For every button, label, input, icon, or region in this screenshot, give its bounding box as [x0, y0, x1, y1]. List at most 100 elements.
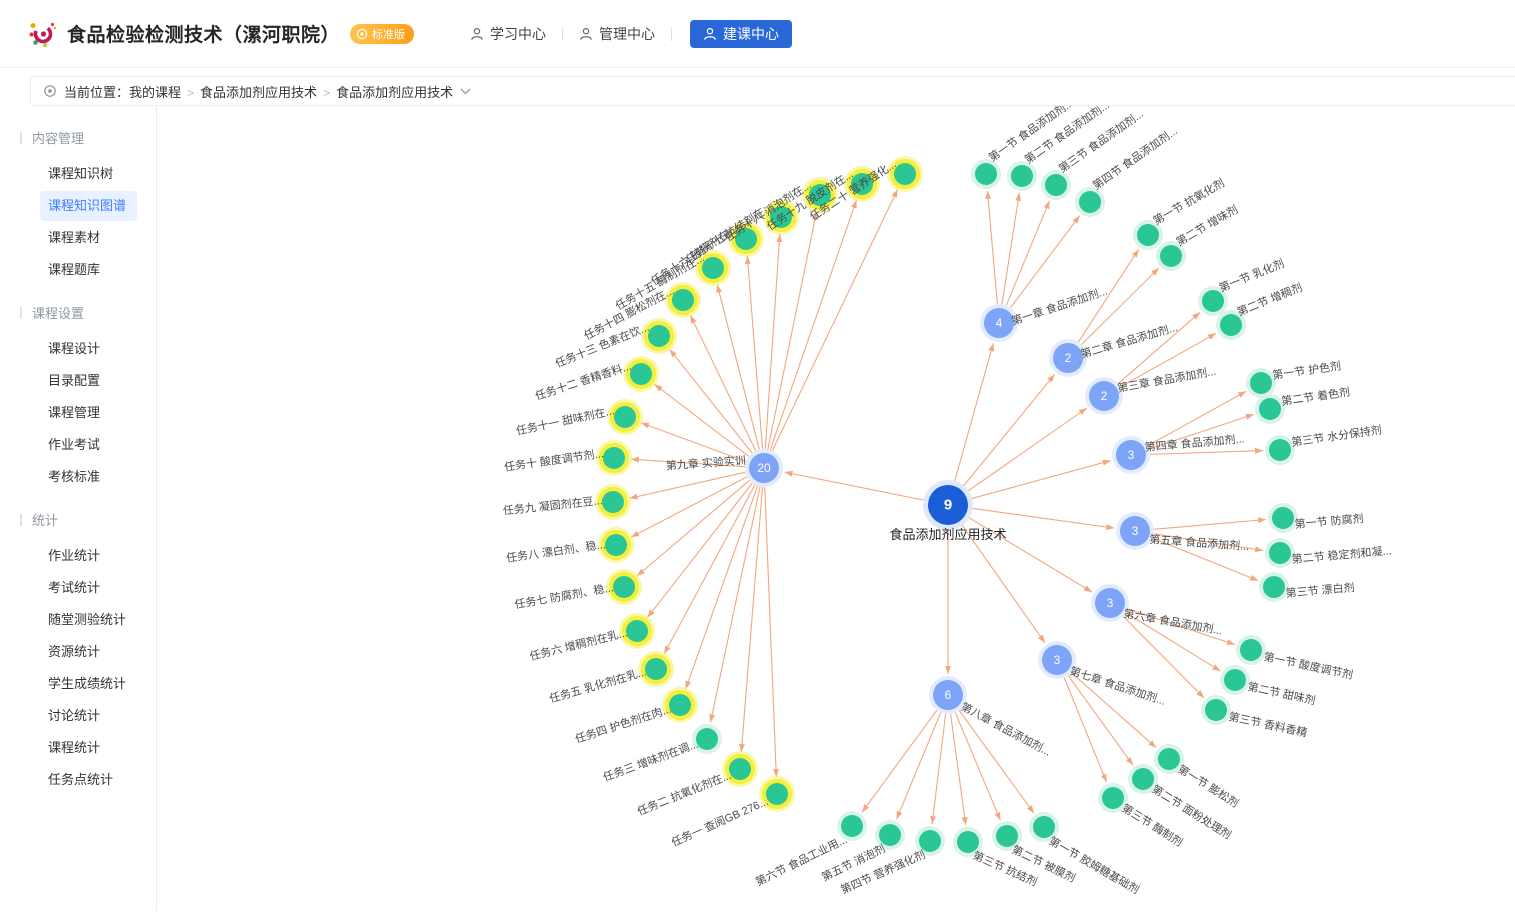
- breadcrumb-item[interactable]: 食品添加剂应用技术: [200, 85, 317, 100]
- graph-label: 第二章 食品添加剂...: [1079, 320, 1179, 361]
- sidebar-section-title: 内容管理: [0, 118, 156, 157]
- graph-node-leaf[interactable]: [1075, 187, 1105, 217]
- graph-label: 第三节 漂白剂: [1285, 580, 1355, 600]
- sidebar-item[interactable]: 作业考试: [40, 430, 137, 460]
- graph-label: 任务十一 甜味剂在...: [515, 403, 616, 438]
- graph-node-leaf[interactable]: [1236, 635, 1266, 665]
- graph-label: 任务三 增味剂在调...: [601, 737, 700, 784]
- person-icon: [470, 27, 484, 41]
- edition-badge: 标准版: [350, 24, 414, 44]
- graph-node-chapter[interactable]: 20: [745, 449, 783, 487]
- graph-node-leaf[interactable]: [971, 159, 1001, 189]
- header-nav: 学习中心 管理中心 建课中心: [454, 20, 792, 48]
- graph-label: 第六章 食品添加剂...: [1122, 606, 1223, 637]
- sidebar-item[interactable]: 考试统计: [40, 573, 137, 603]
- graph-node-leaf[interactable]: [1259, 572, 1289, 602]
- svg-text:3: 3: [1107, 596, 1114, 610]
- sidebar-item[interactable]: 课程管理: [40, 398, 137, 428]
- divider: [671, 27, 672, 41]
- nav-learning-center[interactable]: 学习中心: [454, 24, 562, 44]
- graph-root-label: 食品添加剂应用技术: [889, 527, 1006, 542]
- graph-label: 第一节 防腐剂: [1294, 511, 1364, 531]
- sidebar-item[interactable]: 资源统计: [40, 637, 137, 667]
- graph-label: 任务一 查阅GB 276...: [669, 794, 770, 849]
- svg-text:4: 4: [996, 316, 1003, 330]
- section-bar-icon: [20, 307, 22, 319]
- sidebar-section-title: 统计: [0, 500, 156, 539]
- graph-node-root[interactable]: 9: [923, 480, 973, 530]
- knowledge-graph[interactable]: 42233336209第一节 食品添加剂...第二节 食品添加剂...第三节 食…: [157, 106, 1515, 904]
- sidebar-item[interactable]: 随堂测验统计: [40, 605, 137, 635]
- graph-label: 第一章 食品添加剂...: [1010, 284, 1110, 328]
- chevron-down-icon[interactable]: [460, 88, 471, 95]
- nav-management-center[interactable]: 管理中心: [563, 24, 671, 44]
- graph-label: 任务十 酸度调节剂...: [503, 446, 604, 474]
- svg-text:9: 9: [944, 497, 952, 514]
- graph-node-leaf[interactable]: [1007, 161, 1037, 191]
- graph-node-leaf[interactable]: [1268, 503, 1298, 533]
- graph-label: 第三节 水分保持剂: [1290, 422, 1382, 449]
- graph-label: 第一节 护色剂: [1271, 358, 1341, 381]
- person-icon: [703, 27, 717, 41]
- edition-badge-icon: [356, 28, 368, 40]
- sidebar-item[interactable]: 讨论统计: [40, 701, 137, 731]
- svg-text:6: 6: [945, 688, 952, 702]
- graph-label: 任务九 凝固剂在豆...: [502, 493, 603, 517]
- graph-label: 任务六 增稠剂在乳...: [528, 625, 629, 663]
- graph-label: 第二节 甜味剂: [1246, 679, 1316, 707]
- section-bar-icon: [20, 514, 22, 526]
- nav-course-building-center[interactable]: 建课中心: [690, 20, 792, 48]
- breadcrumb-item[interactable]: 食品添加剂应用技术: [336, 85, 453, 100]
- graph-label: 第一节 酸度调节剂: [1262, 649, 1354, 682]
- graph-label: 第一节 胶姆糖基础剂: [1047, 833, 1142, 896]
- graph-label: 第二节 稳定剂和凝...: [1291, 543, 1392, 566]
- sidebar-item[interactable]: 任务点统计: [40, 765, 137, 795]
- section-bar-icon: [20, 132, 22, 144]
- sidebar-item[interactable]: 考核标准: [40, 462, 137, 492]
- app-title: 食品检验检测技术（漯河职院）: [67, 20, 340, 47]
- sidebar-item[interactable]: 课程知识图谱: [40, 191, 137, 221]
- graph-label: 第二节 增稠剂: [1235, 280, 1304, 319]
- breadcrumb: 当前位置： 我的课程>食品添加剂应用技术>食品添加剂应用技术: [30, 76, 1515, 106]
- svg-text:2: 2: [1065, 351, 1072, 365]
- graph-node-leaf[interactable]: [1220, 665, 1250, 695]
- svg-text:3: 3: [1128, 448, 1135, 462]
- svg-text:3: 3: [1054, 653, 1061, 667]
- app-header: 食品检验检测技术（漯河职院） 标准版 学习中心 管理中心: [0, 0, 1515, 68]
- graph-label: 第四章 食品添加剂...: [1144, 431, 1245, 454]
- graph-label: 任务二 抗氧化剂在...: [635, 768, 733, 819]
- graph-node-leaf[interactable]: [1201, 695, 1231, 725]
- location-icon: [43, 84, 57, 98]
- edition-badge-label: 标准版: [372, 26, 405, 42]
- breadcrumb-prefix: 当前位置：: [64, 82, 129, 101]
- graph-label: 第三节 香料香精: [1227, 709, 1308, 739]
- sidebar-item[interactable]: 课程题库: [40, 255, 137, 285]
- graph-label: 任务八 漂白剂、稳...: [505, 537, 606, 565]
- graph-label: 任务十二 香精香料...: [533, 359, 633, 403]
- graph-label: 第三章 食品添加剂...: [1116, 364, 1217, 395]
- graph-label: 任务四 护色剂在肉...: [573, 702, 673, 746]
- graph-node-leaf[interactable]: [1265, 538, 1295, 568]
- graph-label: 任务七 防腐剂、稳...: [513, 580, 614, 611]
- sidebar-item[interactable]: 作业统计: [40, 541, 137, 571]
- sidebar-item[interactable]: 学生成绩统计: [40, 669, 137, 699]
- graph-label: 第六节 食品工业用...: [753, 832, 849, 889]
- graph-label: 任务五 乳化剂在乳...: [548, 664, 648, 705]
- app-logo-icon: [28, 19, 58, 49]
- svg-text:2: 2: [1101, 389, 1108, 403]
- person-icon: [579, 27, 593, 41]
- sidebar-section-title: 课程设置: [0, 293, 156, 332]
- sidebar-item[interactable]: 目录配置: [40, 366, 137, 396]
- sidebar-item[interactable]: 课程素材: [40, 223, 137, 253]
- svg-text:3: 3: [1132, 524, 1139, 538]
- sidebar-item[interactable]: 课程知识树: [40, 159, 137, 189]
- graph-label: 第九章 实验实训: [665, 453, 746, 473]
- graph-canvas[interactable]: 42233336209第一节 食品添加剂...第二节 食品添加剂...第三节 食…: [157, 106, 1515, 911]
- graph-node-leaf[interactable]: [1041, 170, 1071, 200]
- sidebar-item[interactable]: 课程设计: [40, 334, 137, 364]
- breadcrumb-separator: >: [187, 86, 194, 100]
- breadcrumb-item[interactable]: 我的课程: [129, 85, 181, 100]
- graph-label: 第七章 食品添加剂...: [1068, 664, 1168, 708]
- sidebar: 内容管理课程知识树课程知识图谱课程素材课程题库课程设置课程设计目录配置课程管理作…: [0, 106, 157, 911]
- sidebar-item[interactable]: 课程统计: [40, 733, 137, 763]
